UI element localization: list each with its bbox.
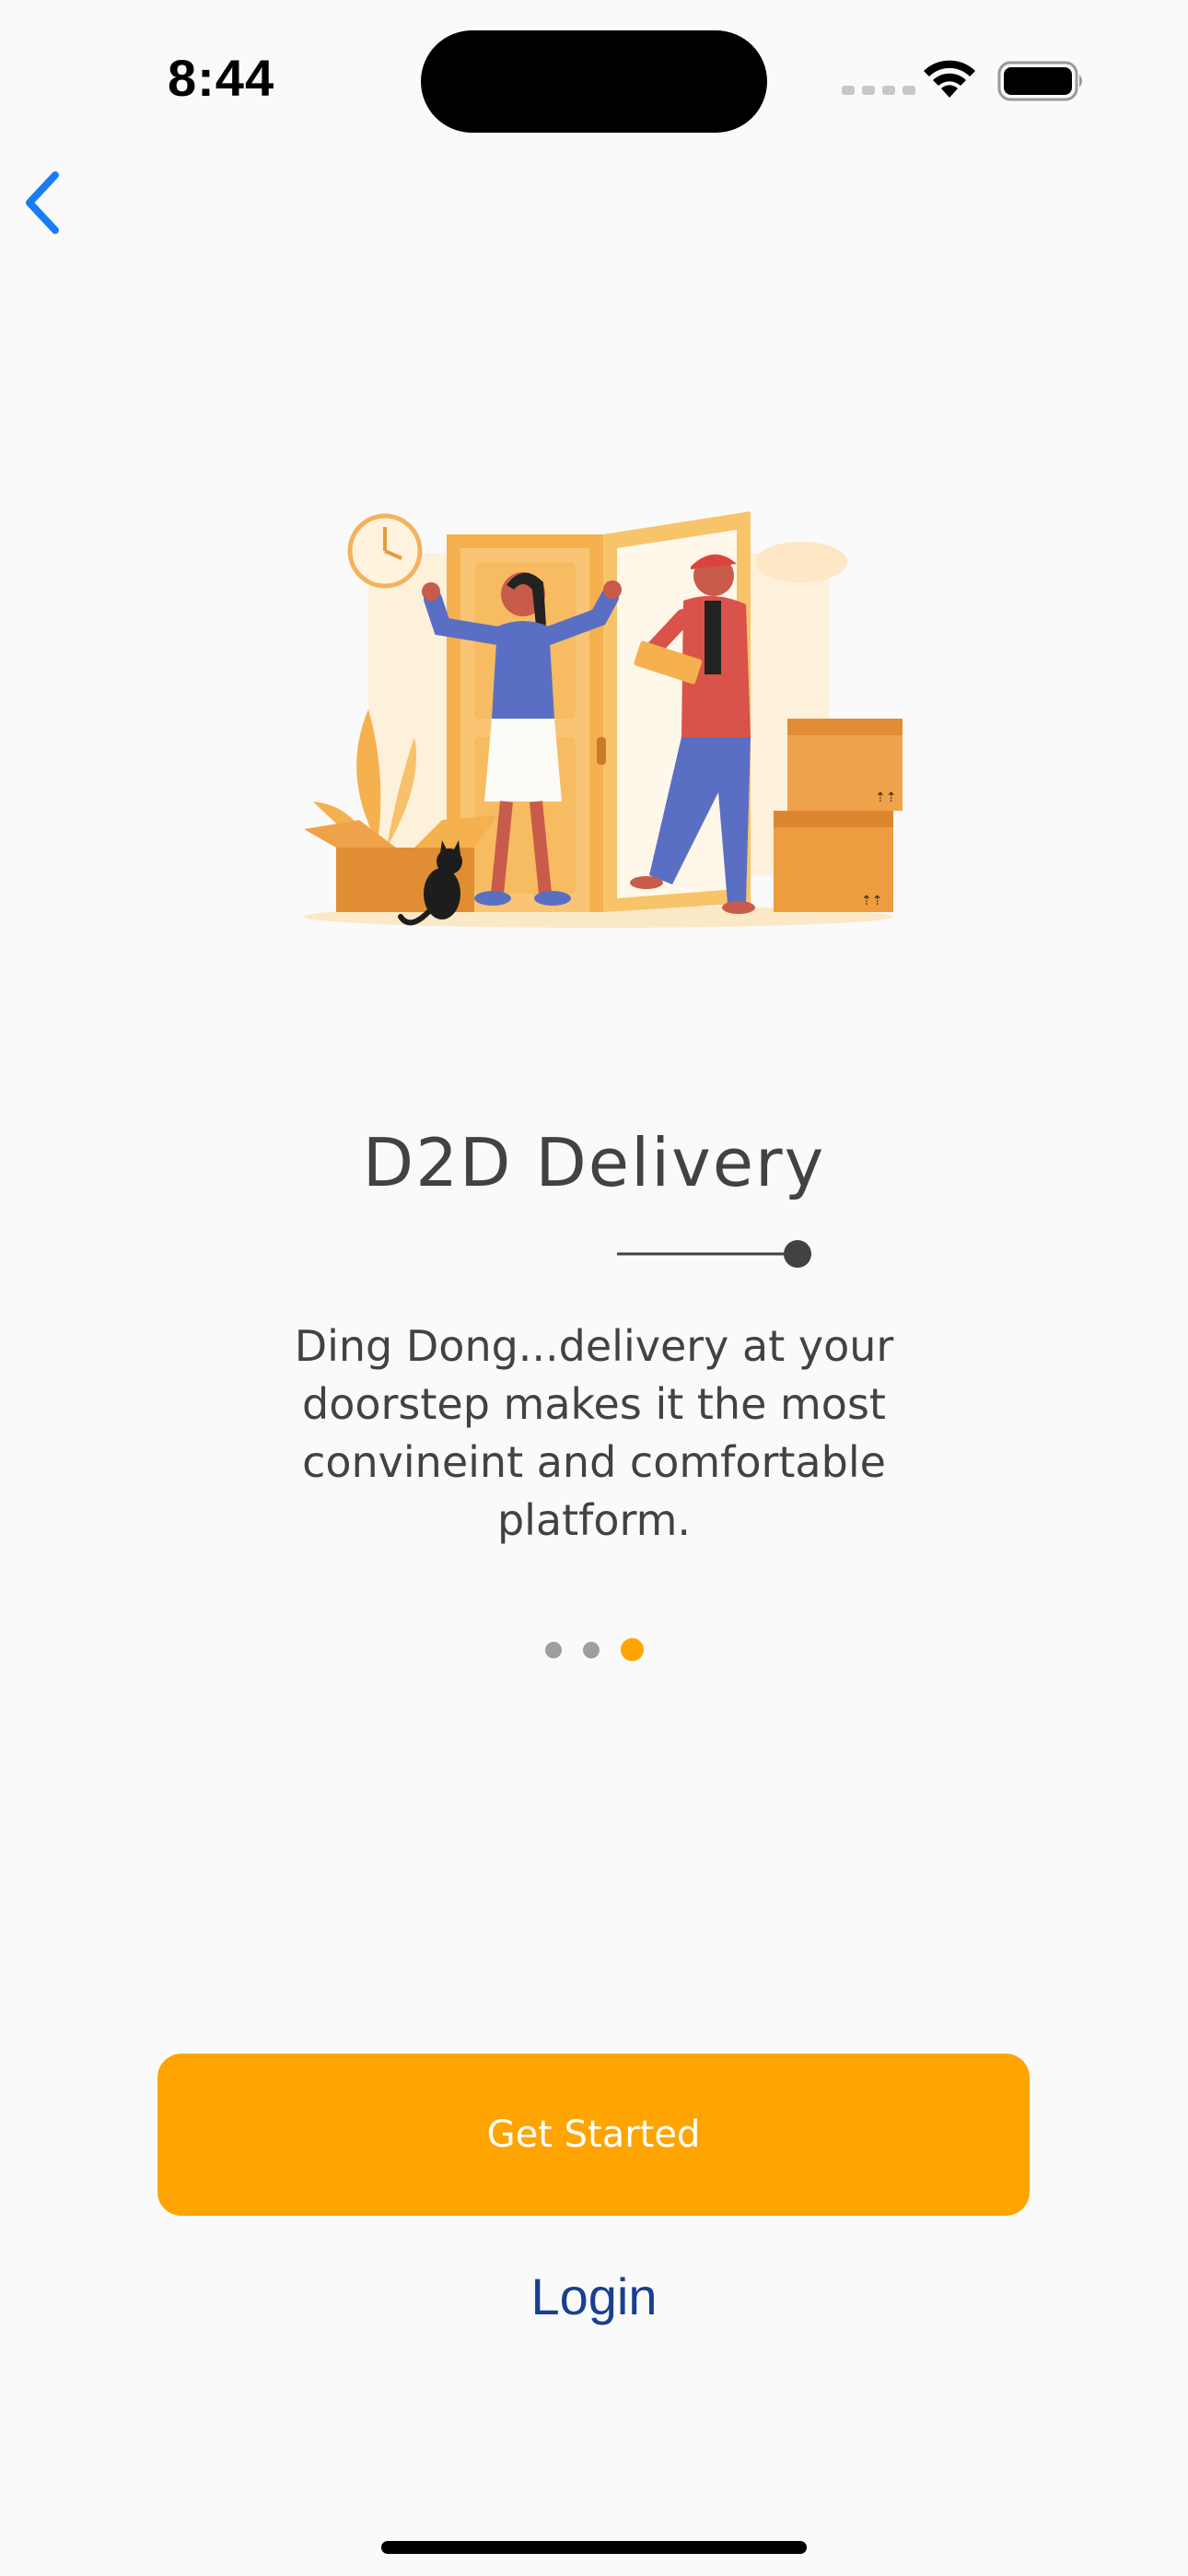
status-time: 8:44 — [168, 49, 275, 107]
page-dot[interactable] — [582, 1642, 600, 1658]
home-indicator[interactable] — [381, 2541, 807, 2554]
page-indicator — [0, 1638, 1188, 1661]
dynamic-island — [421, 30, 767, 133]
battery-icon — [997, 61, 1082, 101]
get-started-button[interactable]: Get Started — [157, 2054, 1030, 2216]
cellular-signal-icon — [842, 86, 915, 95]
door-delivery-illustration: ⇡⇡ ⇡⇡ — [304, 511, 903, 928]
onboarding-title: D2D Delivery — [362, 1124, 826, 1201]
chevron-left-icon — [26, 171, 59, 234]
onboarding-screen: 8:44 ⇡⇡ ⇡⇡ D2D Delivery Ding Dong...deli… — [0, 0, 1188, 2576]
wifi-icon — [924, 60, 975, 98]
title-underline-decoration — [617, 1240, 811, 1268]
back-button[interactable] — [13, 166, 77, 240]
login-link[interactable]: Login — [0, 2266, 1188, 2326]
page-dot[interactable] — [544, 1642, 562, 1658]
svg-text:⇡⇡: ⇡⇡ — [861, 894, 882, 908]
page-dot-active[interactable] — [620, 1638, 644, 1661]
svg-text:⇡⇡: ⇡⇡ — [875, 790, 896, 805]
onboarding-description: Ding Dong...delivery at your doorstep ma… — [294, 1321, 894, 1545]
